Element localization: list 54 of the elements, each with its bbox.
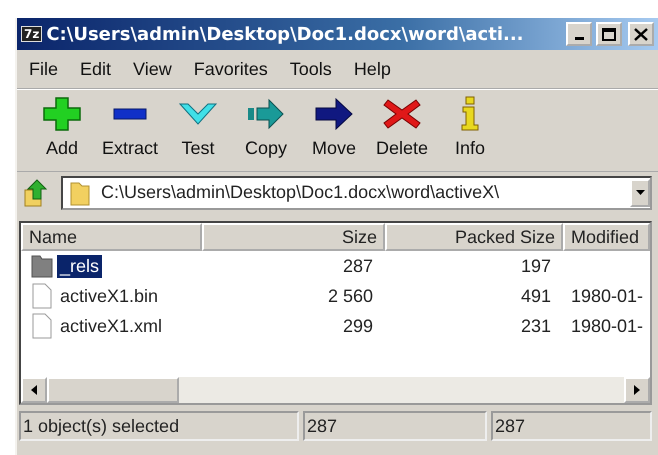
scroll-thumb[interactable] [47,377,179,403]
size-cell-text: 299 [342,316,374,336]
modified-cell-text: 1980-01- [570,316,644,336]
minimize-icon [574,36,584,40]
close-icon [634,28,648,40]
arrow-right-icon [314,96,354,132]
close-button[interactable] [628,22,654,46]
left-arrow-icon [31,385,37,395]
menu-item[interactable]: Tools [290,58,332,80]
file-name[interactable]: _rels [57,254,102,278]
file-name[interactable]: activeX1.xml [57,314,166,338]
toolbar-button[interactable]: Copy [231,96,301,171]
status-text: 1 object(s) selected [19,411,299,441]
status-text: 287 [303,411,487,441]
toolbar-button[interactable]: Test [163,96,233,171]
file-name[interactable]: activeX1.bin [57,284,162,308]
double-arrow-icon [246,96,286,132]
packed-size-cell-text: 491 [520,286,552,306]
status-text: 287 [491,411,652,441]
toolbar-button[interactable]: Info [435,96,505,171]
address-field[interactable]: C:\Users\admin\Desktop\Doc1.docx\word\activeX\ [61,176,652,210]
right-arrow-icon [634,385,640,395]
plus-icon [42,96,82,132]
app-logo: 7z [21,26,42,42]
size-cell-text: 2 560 [326,286,374,306]
file-icon [31,313,53,339]
menu-item[interactable]: View [133,58,172,80]
packed-size-cell-text: 231 [520,316,552,336]
column-header[interactable]: Modified [563,223,650,251]
window-title: C:\Users\admin\Desktop\Doc1.docx\word\acti... [46,24,525,44]
caret-icon [636,190,644,196]
column-header[interactable]: Packed Size [385,223,563,251]
scroll-right-button[interactable] [624,377,650,403]
minimize-button[interactable] [566,22,592,46]
toolbar-button[interactable]: Add [27,96,97,171]
modified-cell-text: 1980-01- [570,286,644,306]
size-cell-text: 287 [342,256,374,276]
toolbar-button[interactable]: Extract [95,96,165,171]
column-header[interactable]: Size [202,223,385,251]
toolbar-button[interactable]: Move [299,96,369,171]
horizontal-scrollbar[interactable] [21,377,650,403]
toolbar-button[interactable]: Delete [367,96,437,171]
folder-icon [31,253,53,279]
scroll-left-button[interactable] [21,377,47,403]
file-icon [31,283,53,309]
menu-item[interactable]: Help [354,58,391,80]
column-header[interactable]: Name [21,223,202,251]
menu-item[interactable]: File [29,58,58,80]
menu-item[interactable]: Favorites [194,58,268,80]
maximize-button[interactable] [596,22,622,46]
packed-size-cell-text: 197 [520,256,552,276]
menu-item[interactable]: Edit [80,58,112,80]
dropdown-button[interactable] [630,178,650,206]
maximize-icon [602,28,616,40]
